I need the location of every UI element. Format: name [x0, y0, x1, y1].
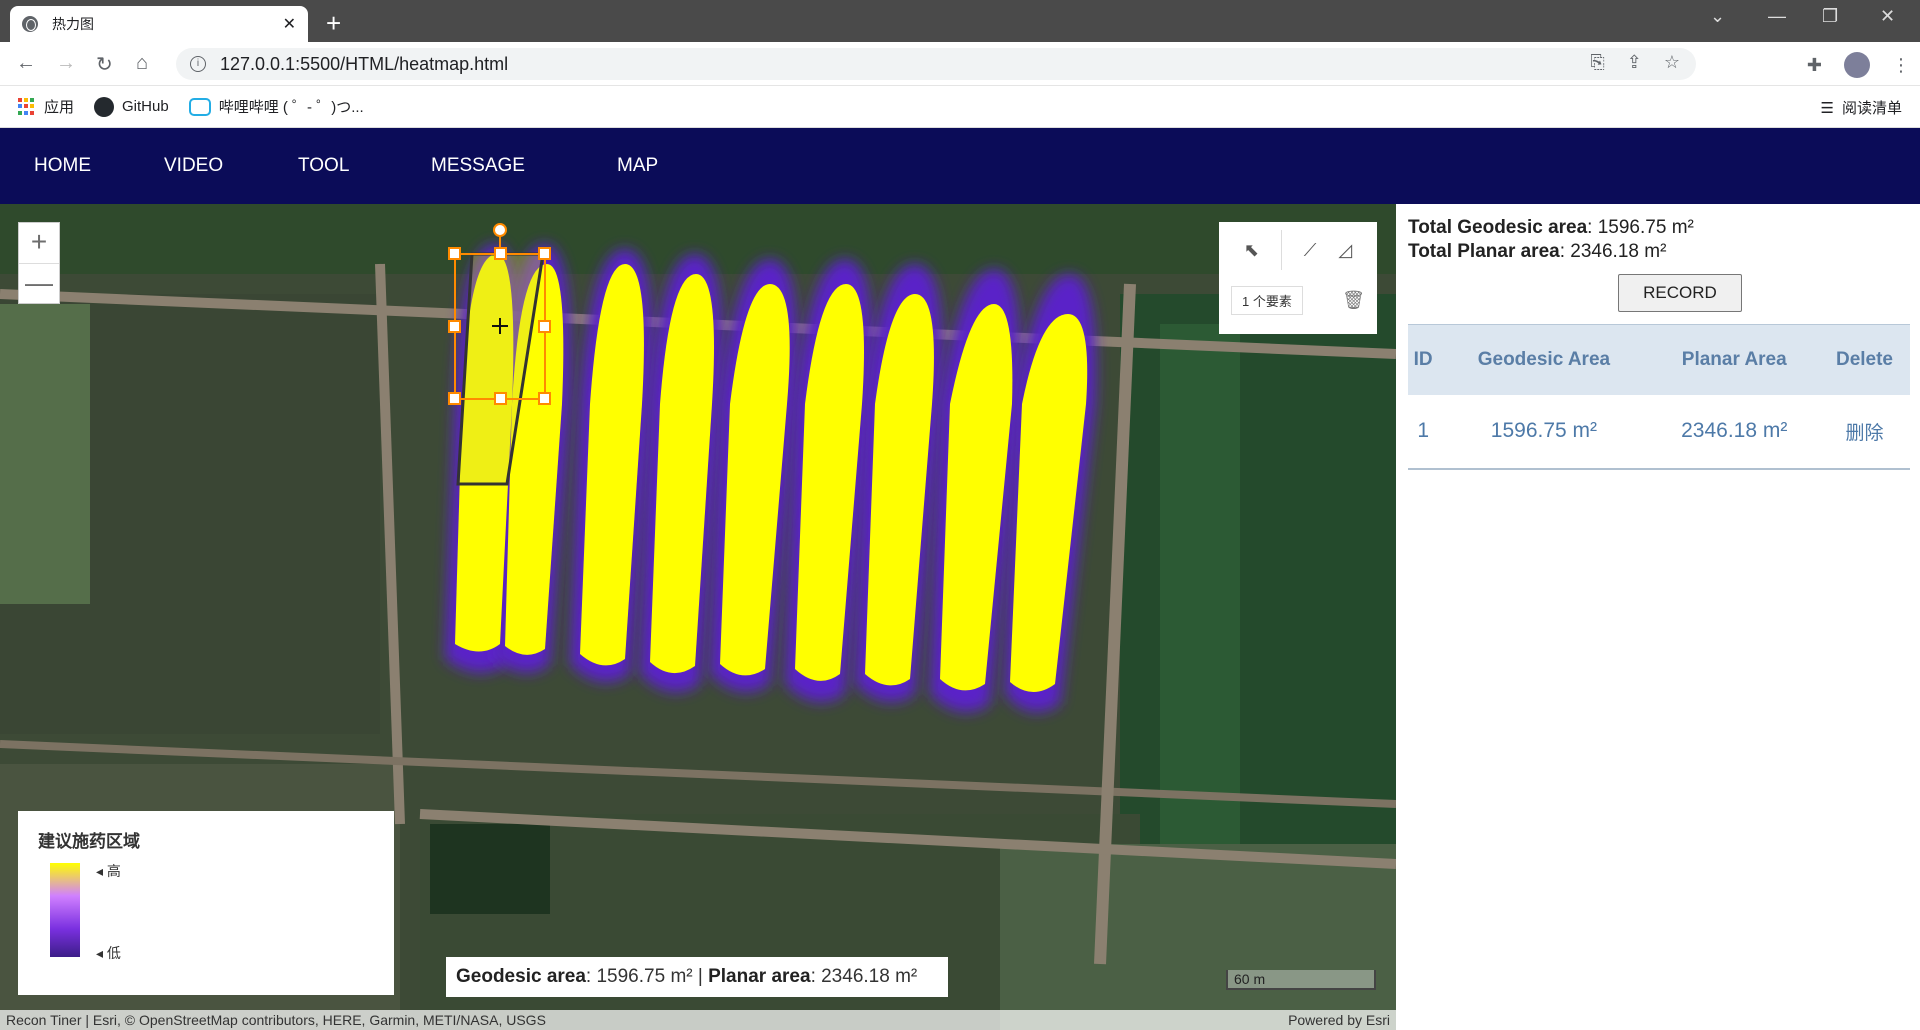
- header-id: ID: [1408, 324, 1439, 395]
- powered-by-esri[interactable]: Powered by Esri: [1288, 1012, 1390, 1028]
- forward-icon[interactable]: →: [56, 52, 76, 75]
- toolbar-divider: [1280, 230, 1282, 270]
- header-geodesic-area: Geodesic Area: [1438, 324, 1650, 395]
- attribution-text[interactable]: Recon Tiner | Esri, © OpenStreetMap cont…: [6, 1012, 546, 1028]
- geodesic-area-label: Geodesic area: [456, 966, 586, 987]
- reading-list[interactable]: ☰ 阅读清单: [1821, 97, 1902, 118]
- url-text: 127.0.0.1:5500/HTML/heatmap.html: [220, 53, 509, 74]
- planar-area-label: Planar area: [708, 966, 811, 987]
- planar-area-value: : 2346.18 m²: [810, 966, 918, 987]
- legend-high-label: ◂ 高: [96, 863, 121, 879]
- tab-search-icon[interactable]: ⌄: [1710, 6, 1725, 27]
- bookmarks-bar: 应用 GitHub 哔哩哔哩 ( ゜- ゜)つ... ☰ 阅读清单: [0, 86, 1920, 128]
- restore-icon[interactable]: ❐: [1822, 6, 1838, 27]
- home-icon[interactable]: ⌂: [136, 52, 148, 75]
- map-view[interactable]: + — ⬉ ⟋ ◿ 1 个要素 🗑 建议施药区域 ◂ 高 ◂ 低 Geodesi…: [0, 204, 1396, 1030]
- menu-icon[interactable]: ⋮: [1892, 55, 1910, 76]
- legend-title: 建议施药区域: [38, 832, 140, 851]
- bookmark-apps[interactable]: 应用: [18, 96, 74, 117]
- nav-message[interactable]: MESSAGE: [431, 155, 525, 177]
- geodesic-area-value: : 1596.75 m² |: [585, 966, 709, 987]
- bilibili-icon: [188, 97, 211, 116]
- zoom-control: + —: [18, 222, 60, 304]
- browser-tab-bar: 热力图 ✕ + ⌄ — ❐ ✕: [0, 0, 1920, 42]
- bookmark-bilibili[interactable]: 哔哩哔哩 ( ゜- ゜)つ...: [188, 96, 364, 117]
- sketch-toolbar: ⬉ ⟋ ◿ 1 个要素 🗑: [1219, 222, 1377, 334]
- table-header-row: ID Geodesic Area Planar Area Delete: [1408, 324, 1910, 395]
- area-measurement-label: Geodesic area: 1596.75 m² | Planar area:…: [446, 957, 948, 997]
- nav-map[interactable]: MAP: [617, 155, 658, 177]
- profile-avatar[interactable]: [1844, 52, 1870, 78]
- window-close-icon[interactable]: ✕: [1880, 6, 1895, 27]
- cell-id: 1: [1408, 394, 1439, 470]
- address-bar: ← → ↻ ⌂ i 127.0.0.1:5500/HTML/heatmap.ht…: [0, 42, 1920, 86]
- records-table: ID Geodesic Area Planar Area Delete 1 15…: [1408, 324, 1910, 470]
- totals-summary: Total Geodesic area: 1596.75 m² Total Pl…: [1408, 216, 1910, 264]
- polygon-icon[interactable]: ◿: [1338, 240, 1352, 261]
- bookmark-star-icon[interactable]: ☆: [1664, 52, 1680, 73]
- legend-gradient: [50, 863, 80, 957]
- new-tab-button[interactable]: +: [326, 8, 341, 39]
- results-panel: Total Geodesic area: 1596.75 m² Total Pl…: [1396, 204, 1920, 1030]
- scale-bar: 60 m: [1226, 970, 1376, 990]
- cell-geodesic-area: 1596.75 m²: [1438, 394, 1650, 470]
- trash-icon[interactable]: 🗑: [1342, 290, 1365, 311]
- apps-grid-icon: [18, 97, 36, 116]
- delete-link[interactable]: 删除: [1818, 394, 1910, 470]
- url-field[interactable]: i 127.0.0.1:5500/HTML/heatmap.html ⎘ ⇪ ☆: [176, 48, 1696, 80]
- browser-tab[interactable]: 热力图 ✕: [10, 6, 308, 42]
- nav-tool[interactable]: TOOL: [298, 155, 349, 177]
- bookmark-label: 应用: [44, 99, 75, 116]
- translate-icon[interactable]: ⎘: [1590, 52, 1604, 73]
- polyline-icon[interactable]: ⟋: [1304, 240, 1317, 261]
- total-geodesic-area: Total Geodesic area: 1596.75 m²: [1408, 217, 1694, 238]
- heatmap-legend: 建议施药区域 ◂ 高 ◂ 低: [18, 811, 394, 995]
- back-icon[interactable]: ←: [16, 52, 36, 75]
- bookmark-github[interactable]: GitHub: [94, 96, 169, 117]
- extensions-icon[interactable]: ✚: [1807, 55, 1822, 76]
- header-planar-area: Planar Area: [1649, 324, 1819, 395]
- globe-icon: [22, 16, 38, 32]
- cell-planar-area: 2346.18 m²: [1649, 394, 1819, 470]
- share-icon[interactable]: ⇪: [1627, 52, 1642, 73]
- nav-home[interactable]: HOME: [34, 155, 91, 177]
- header-delete: Delete: [1818, 324, 1910, 395]
- reading-list-icon: ☰: [1820, 99, 1834, 117]
- table-row: 1 1596.75 m² 2346.18 m² 删除: [1408, 394, 1910, 470]
- select-pointer-icon[interactable]: ⬉: [1244, 240, 1259, 261]
- record-button[interactable]: RECORD: [1618, 274, 1742, 312]
- reload-icon[interactable]: ↻: [96, 52, 113, 77]
- github-icon: [94, 96, 115, 117]
- site-info-icon[interactable]: i: [190, 56, 206, 72]
- bookmark-label: 哔哩哔哩 ( ゜- ゜)つ...: [218, 99, 364, 116]
- minimize-icon[interactable]: —: [1768, 6, 1786, 27]
- zoom-in-button[interactable]: +: [19, 223, 59, 263]
- tab-close-icon[interactable]: ✕: [283, 14, 296, 34]
- reading-list-label: 阅读清单: [1841, 100, 1902, 117]
- map-attribution: Recon Tiner | Esri, © OpenStreetMap cont…: [0, 1010, 1396, 1030]
- zoom-out-button[interactable]: —: [19, 263, 59, 303]
- legend-low-label: ◂ 低: [96, 945, 121, 961]
- tab-title: 热力图: [52, 16, 94, 32]
- feature-count: 1 个要素: [1231, 285, 1303, 315]
- bookmark-label: GitHub: [122, 98, 169, 115]
- app-navbar: HOME VIDEO TOOL MESSAGE MAP: [0, 128, 1920, 204]
- nav-video[interactable]: VIDEO: [164, 155, 223, 177]
- total-planar-area: Total Planar area: 2346.18 m²: [1408, 241, 1667, 262]
